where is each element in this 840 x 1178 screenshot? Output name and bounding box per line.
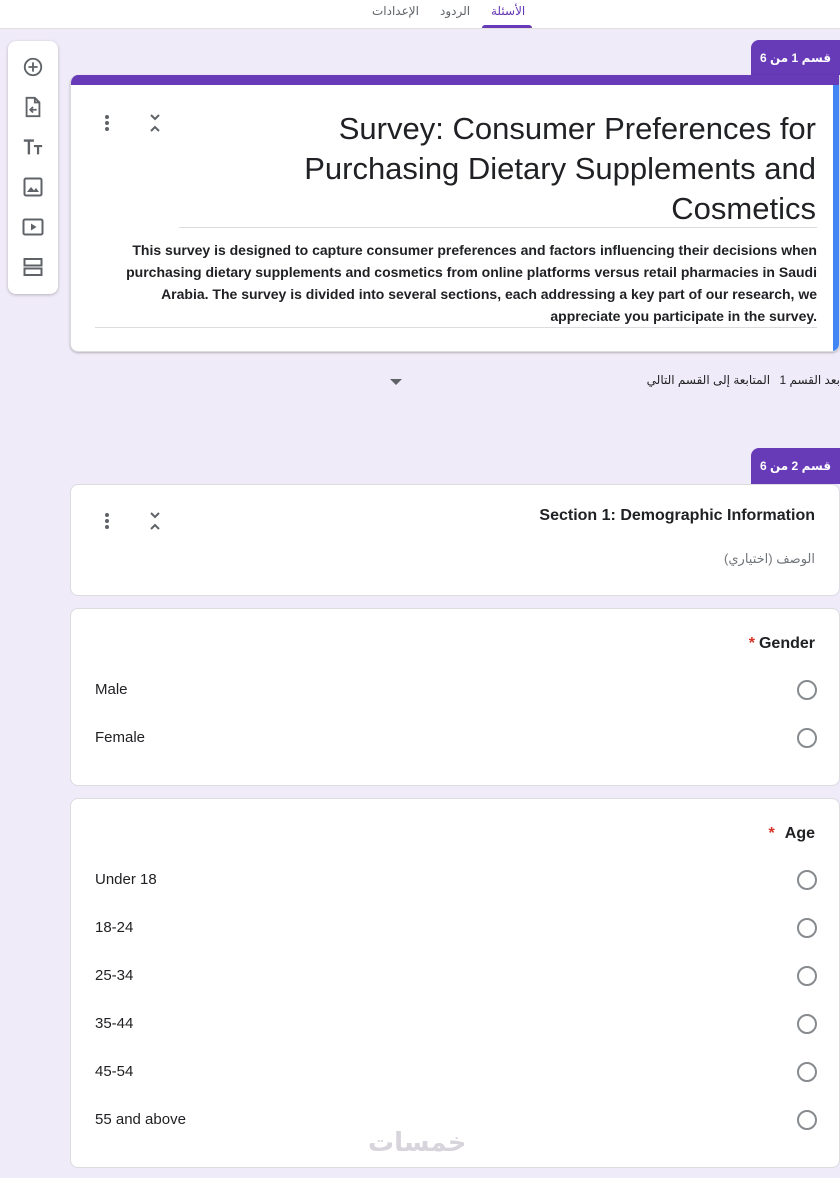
question-card-gender[interactable]: * Gender Male Female <box>70 608 840 786</box>
focus-indicator <box>833 85 839 351</box>
title-card-accent-stripe <box>71 75 839 85</box>
section-1-tag: قسم 1 من 6 <box>751 40 840 76</box>
radio-button[interactable] <box>797 680 817 700</box>
question-card-age[interactable]: * Age Under 18 18-24 25-34 35-44 45-54 55… <box>70 798 840 1168</box>
section-header-card[interactable]: Section 1: Demographic Information الوصف… <box>70 484 840 596</box>
after-section-label: بعد القسم 1 <box>779 373 840 387</box>
add-question-icon[interactable] <box>21 55 45 79</box>
tab-questions[interactable]: الأسئلة <box>491 4 525 18</box>
radio-option[interactable]: 45-54 <box>95 1060 817 1084</box>
add-section-icon[interactable] <box>21 255 45 279</box>
collapse-section-icon[interactable] <box>147 509 163 533</box>
add-title-icon[interactable] <box>21 135 45 159</box>
option-label: Female <box>95 729 146 746</box>
radio-button[interactable] <box>797 728 817 748</box>
form-description[interactable]: This survey is designed to capture consu… <box>95 239 817 327</box>
question-title: * Age <box>769 825 815 843</box>
option-label: Under 18 <box>95 871 157 888</box>
option-label: 55 and above <box>95 1111 186 1128</box>
option-label: 45-54 <box>95 1063 134 1080</box>
radio-button[interactable] <box>797 1014 817 1034</box>
radio-option[interactable]: 35-44 <box>95 1012 817 1036</box>
radio-button[interactable] <box>797 1062 817 1082</box>
watermark-logo: خمسات <box>368 1127 467 1157</box>
question-title: * Gender <box>749 635 815 653</box>
import-questions-icon[interactable] <box>21 95 45 119</box>
tab-settings[interactable]: الإعدادات <box>372 4 419 18</box>
add-image-icon[interactable] <box>21 175 45 199</box>
radio-option[interactable]: 18-24 <box>95 916 817 940</box>
radio-option[interactable]: Female <box>95 726 817 750</box>
add-video-icon[interactable] <box>21 215 45 239</box>
question-title-text: Age <box>784 825 815 842</box>
radio-option[interactable]: Under 18 <box>95 868 817 892</box>
section-description-placeholder[interactable]: الوصف (اختياري) <box>724 551 815 567</box>
radio-button[interactable] <box>797 1110 817 1130</box>
radio-button[interactable] <box>797 870 817 890</box>
description-underline <box>95 327 817 328</box>
radio-option[interactable]: Male <box>95 678 817 702</box>
tab-responses[interactable]: الردود <box>440 4 470 18</box>
option-label: Male <box>95 681 128 698</box>
title-underline <box>179 227 817 228</box>
required-asterisk: * <box>768 825 775 842</box>
collapse-section-icon[interactable] <box>147 111 163 135</box>
form-title[interactable]: Survey: Consumer Preferences for Purchas… <box>176 109 816 229</box>
more-options-icon[interactable] <box>99 111 115 135</box>
more-options-icon[interactable] <box>99 509 115 533</box>
chevron-down-icon[interactable] <box>385 371 407 393</box>
section-title[interactable]: Section 1: Demographic Information <box>539 507 815 525</box>
after-section-value[interactable]: المتابعة إلى القسم التالي <box>647 373 770 387</box>
radio-button[interactable] <box>797 918 817 938</box>
question-title-text: Gender <box>758 635 815 652</box>
form-title-card[interactable]: Survey: Consumer Preferences for Purchas… <box>70 75 840 352</box>
option-label: 25-34 <box>95 967 134 984</box>
radio-option[interactable]: 25-34 <box>95 964 817 988</box>
required-asterisk: * <box>748 635 755 652</box>
active-tab-indicator <box>482 25 532 28</box>
floating-toolbar <box>8 41 58 294</box>
top-tab-bar: الإعدادات الردود الأسئلة <box>0 0 840 29</box>
option-label: 18-24 <box>95 919 134 936</box>
after-section-navigation: بعد القسم 1 المتابعة إلى القسم التالي <box>647 373 840 391</box>
radio-button[interactable] <box>797 966 817 986</box>
option-label: 35-44 <box>95 1015 134 1032</box>
section-2-tag: قسم 2 من 6 <box>751 448 840 484</box>
